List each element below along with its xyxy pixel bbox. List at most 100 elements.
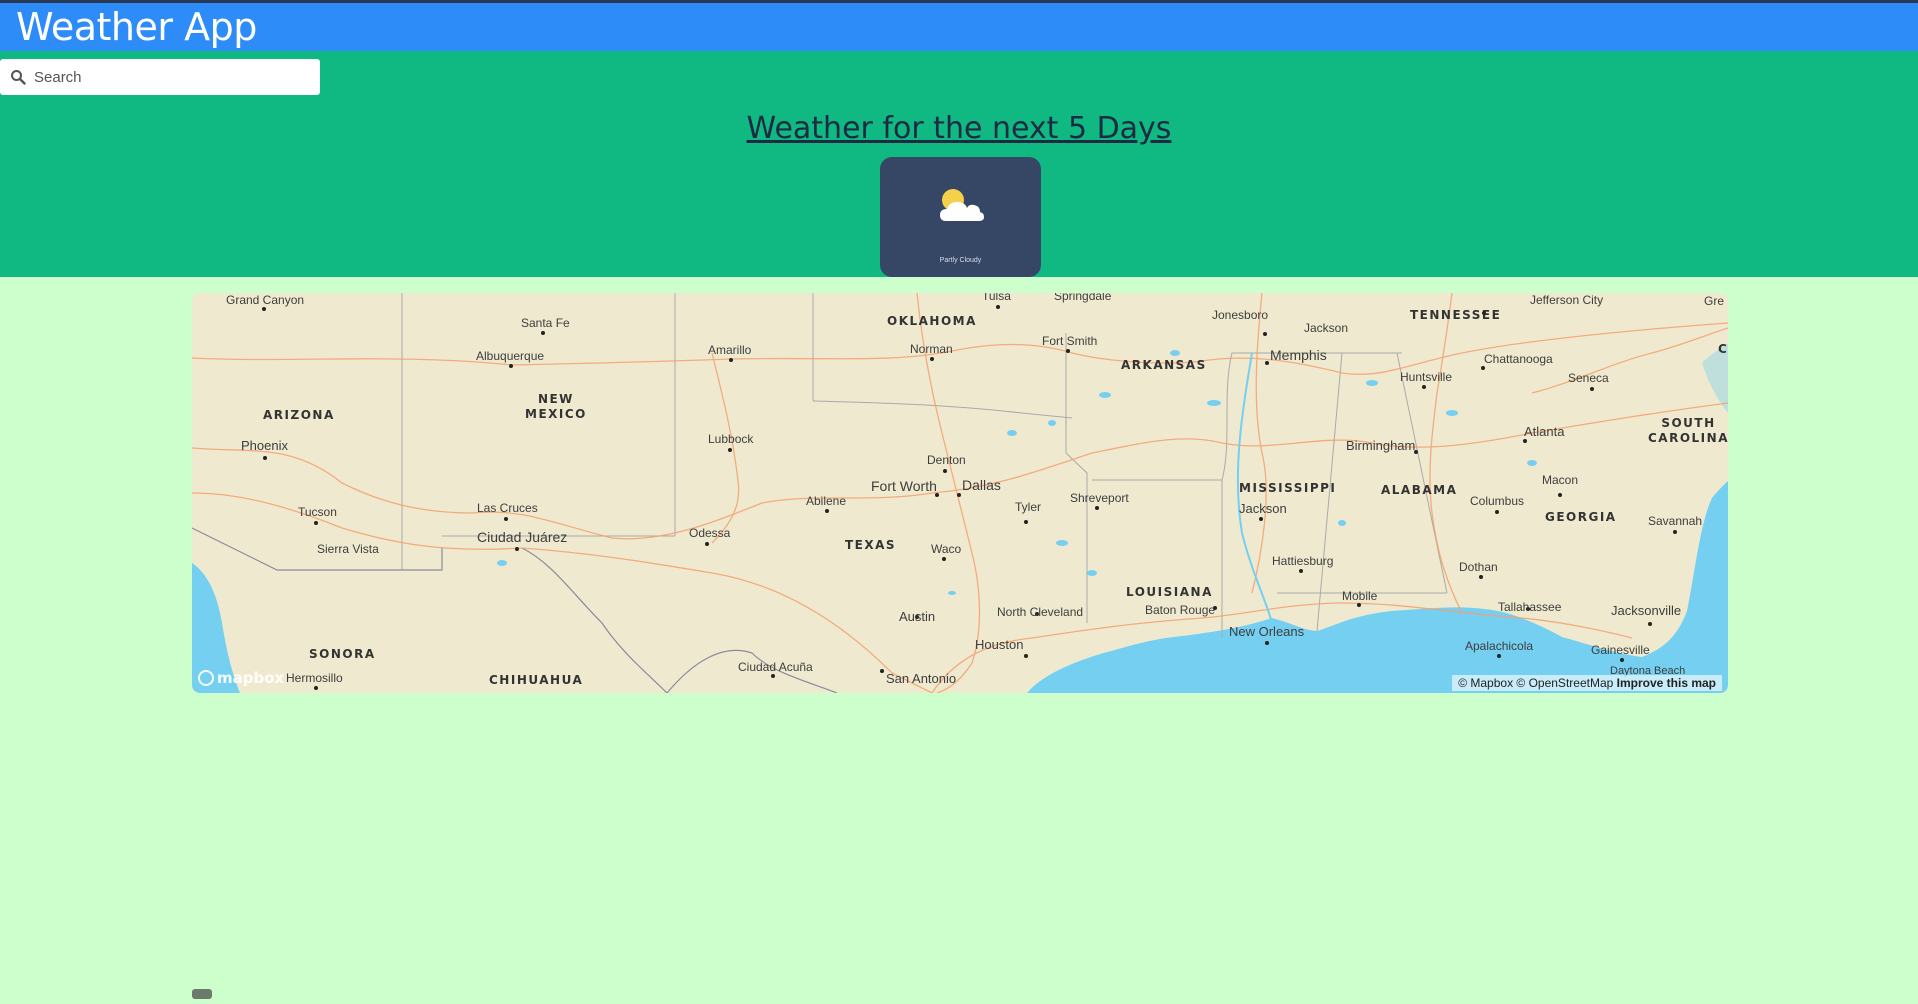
map-city-label: Tulsa xyxy=(982,293,1011,303)
city-dot xyxy=(1673,530,1677,534)
forecast-condition: Partly Cloudy xyxy=(939,257,982,264)
map-label-south-carolina-line1: SOUTH xyxy=(1661,416,1716,430)
search-input[interactable] xyxy=(34,59,314,95)
search-box[interactable] xyxy=(0,59,320,95)
scroll-handle[interactable] xyxy=(192,989,212,999)
map-city-label: Fort Worth xyxy=(871,478,937,494)
map-label-arizona: ARIZONA xyxy=(263,408,335,422)
city-dot xyxy=(1299,569,1303,573)
mapbox-logo-text: mapbox xyxy=(217,669,285,687)
map-label-new-mexico-line2: MEXICO xyxy=(525,407,587,421)
forecast-day-card[interactable]: Partly Cloudy xyxy=(880,157,1041,277)
city-dot xyxy=(1497,654,1501,658)
map-city-label: Birmingham xyxy=(1346,438,1416,453)
map-city-label: Shreveport xyxy=(1070,491,1129,505)
city-dot xyxy=(1024,654,1028,658)
map-city-label: Columbus xyxy=(1470,494,1525,508)
mapbox-logo-icon xyxy=(198,670,214,686)
map-city-label: Macon xyxy=(1542,473,1579,487)
city-dot xyxy=(515,547,519,551)
map-city-label: Jefferson City xyxy=(1530,293,1604,307)
city-dot xyxy=(1558,493,1562,497)
map-city-label: Sierra Vista xyxy=(317,542,379,556)
city-dot xyxy=(771,674,775,678)
city-dot xyxy=(509,364,513,368)
city-dot xyxy=(1479,575,1483,579)
map-city-label: Huntsville xyxy=(1400,370,1453,384)
city-dot xyxy=(1357,603,1361,607)
map-view[interactable]: ARIZONA NEW MEXICO OKLAHOMA ARKANSAS TEN… xyxy=(192,293,1728,693)
city-dot xyxy=(314,521,318,525)
city-dot xyxy=(263,456,267,460)
city-dot xyxy=(1263,332,1267,336)
map-label-new-mexico: NEW MEXICO xyxy=(525,392,587,422)
city-dot xyxy=(1259,517,1263,521)
map-city-label: Denton xyxy=(927,453,966,467)
attribution-text[interactable]: © Mapbox © OpenStreetMap xyxy=(1458,676,1613,690)
map-label-alabama: ALABAMA xyxy=(1381,483,1458,497)
map-attribution: © Mapbox © OpenStreetMap Improve this ma… xyxy=(1452,675,1722,691)
city-dot xyxy=(729,358,733,362)
city-dot xyxy=(996,305,1000,309)
map-city-label: Memphis xyxy=(1270,347,1327,363)
improve-map-link[interactable]: Improve this map xyxy=(1617,676,1716,690)
map-city-label: Jackson xyxy=(1239,501,1287,516)
city-dot xyxy=(1481,366,1485,370)
map-city-label: Jackson xyxy=(1304,321,1349,335)
map-city-label: Hermosillo xyxy=(286,671,343,685)
city-dot xyxy=(1265,361,1269,365)
map-city-label: Apalachicola xyxy=(1465,639,1534,653)
map-label-south-carolina: SOUTH CAROLINA xyxy=(1648,416,1728,446)
map-city-label: Dothan xyxy=(1459,560,1498,574)
city-dot xyxy=(1620,658,1624,662)
partly-cloudy-icon xyxy=(940,189,984,221)
map-city-label: Tyler xyxy=(1015,500,1042,514)
app-title: Weather App xyxy=(16,5,257,49)
city-dot xyxy=(504,517,508,521)
map-city-label: San Antonio xyxy=(886,671,957,686)
map-city-label: Fort Smith xyxy=(1042,334,1098,348)
city-dot xyxy=(1265,641,1269,645)
city-dot xyxy=(1024,520,1028,524)
city-dot xyxy=(1066,349,1070,353)
search-icon xyxy=(11,70,26,85)
map-city-label: North Cleveland xyxy=(997,605,1084,619)
map-label-louisiana: LOUISIANA xyxy=(1126,585,1213,599)
map-city-label: Atlanta xyxy=(1524,424,1565,439)
map-city-label: Gre xyxy=(1704,294,1725,308)
map-city-label: Las Cruces xyxy=(477,501,538,515)
city-dot xyxy=(942,557,946,561)
city-dot xyxy=(314,686,318,690)
city-dot xyxy=(705,542,709,546)
map-city-label: Ciudad Acuña xyxy=(738,660,813,674)
map-label-mississippi: MISSISSIPPI xyxy=(1239,481,1337,495)
map-city-label: Norman xyxy=(910,342,953,356)
map-city-label: Jonesboro xyxy=(1212,308,1269,322)
map-label-texas: TEXAS xyxy=(845,538,897,552)
app-header: Weather App xyxy=(0,0,1918,51)
map-city-label: Chattanooga xyxy=(1484,352,1553,366)
map-city-label: Ciudad Juárez xyxy=(477,529,568,545)
city-dot xyxy=(1590,387,1594,391)
map-label-oklahoma: OKLAHOMA xyxy=(887,314,977,328)
city-dot xyxy=(930,357,934,361)
map-city-label: New Orleans xyxy=(1229,624,1305,639)
mapbox-logo[interactable]: mapbox xyxy=(198,669,284,687)
map-city-label: Waco xyxy=(931,542,962,556)
map-label-south-carolina-line2: CAROLINA xyxy=(1648,431,1728,445)
map-label-ca: CA xyxy=(1718,342,1728,356)
city-dot xyxy=(728,448,732,452)
forecast-title[interactable]: Weather for the next 5 Days xyxy=(0,111,1918,146)
map-city-label: Savannah xyxy=(1648,514,1703,528)
map-city-label: Amarillo xyxy=(708,343,752,357)
map-city-label: Dallas xyxy=(962,477,1001,493)
map-label-tennessee: TENNESSEE xyxy=(1410,308,1502,322)
map-label-georgia: GEORGIA xyxy=(1545,510,1617,524)
map-city-label: Springdale xyxy=(1054,293,1112,303)
city-dot xyxy=(1523,439,1527,443)
map-city-label: Jacksonville xyxy=(1611,603,1682,618)
hero-section: Weather for the next 5 Days Partly Cloud… xyxy=(0,51,1918,277)
map-city-label: Mobile xyxy=(1342,589,1378,603)
city-dot xyxy=(880,669,884,673)
map-city-label: Phoenix xyxy=(241,438,288,453)
